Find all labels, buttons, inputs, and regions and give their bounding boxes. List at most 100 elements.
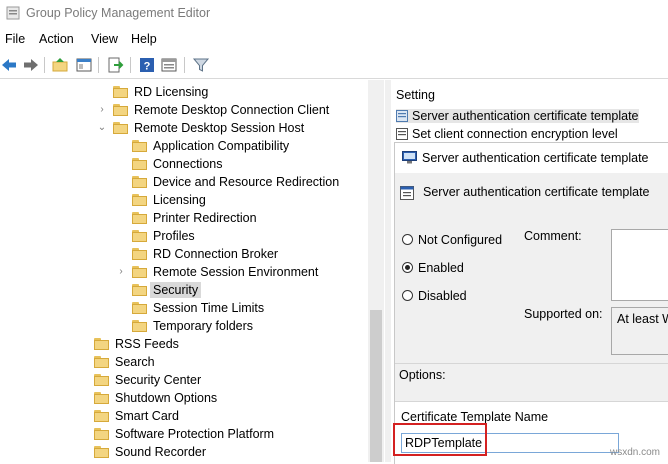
tree-item[interactable]: › Remote Desktop Connection Client bbox=[100, 101, 329, 119]
setting-row-label: Server authentication certificate templa… bbox=[412, 109, 639, 123]
tree-item[interactable]: Licensing bbox=[132, 191, 206, 209]
supported-on-field: At least W bbox=[611, 307, 668, 355]
tree-item-label: Temporary folders bbox=[153, 319, 254, 333]
tree-item[interactable]: Security bbox=[132, 281, 202, 299]
radio-circle[interactable] bbox=[402, 234, 413, 246]
tree-scrollbar[interactable] bbox=[368, 80, 384, 462]
folder-icon bbox=[132, 139, 148, 152]
folder-icon bbox=[94, 337, 110, 350]
certificate-template-name-label: Certificate Template Name bbox=[401, 410, 549, 424]
chevron-down-icon[interactable]: ⌄ bbox=[97, 119, 107, 137]
policy-setting-icon bbox=[396, 127, 408, 140]
folder-icon bbox=[132, 301, 148, 314]
folder-icon bbox=[132, 283, 148, 296]
menu-file[interactable]: File bbox=[5, 32, 25, 46]
export-list-icon[interactable] bbox=[106, 56, 124, 74]
tree-item[interactable]: Software Protection Platform bbox=[94, 425, 274, 443]
tree-item-label: Search bbox=[115, 355, 155, 369]
setting-column-header[interactable]: Setting bbox=[396, 88, 435, 102]
toolbar-separator bbox=[98, 57, 99, 73]
dialog-header: Server authentication certificate templa… bbox=[395, 173, 668, 213]
title-bar: Group Policy Management Editor bbox=[0, 0, 668, 28]
folder-icon bbox=[94, 391, 110, 404]
tree-item-label: Device and Resource Redirection bbox=[153, 175, 340, 189]
tree-item[interactable]: Device and Resource Redirection bbox=[132, 173, 339, 191]
radio-disabled[interactable]: Disabled bbox=[402, 289, 467, 303]
up-folder-icon[interactable] bbox=[51, 56, 69, 74]
tree-item[interactable]: Shutdown Options bbox=[94, 389, 217, 407]
tree-item[interactable]: Search bbox=[94, 353, 155, 371]
tree-item[interactable]: RD Licensing bbox=[113, 83, 208, 101]
help-icon[interactable]: ? bbox=[138, 56, 156, 74]
folder-icon bbox=[94, 373, 110, 386]
tree-item-label: Connections bbox=[153, 157, 223, 171]
folder-icon bbox=[132, 175, 148, 188]
tree-item[interactable]: Application Compatibility bbox=[132, 137, 289, 155]
chevron-right-icon[interactable]: › bbox=[97, 101, 107, 119]
tree-item-label: Smart Card bbox=[115, 409, 179, 423]
folder-icon bbox=[113, 121, 129, 134]
folder-icon bbox=[94, 409, 110, 422]
setting-row-label: Set client connection encryption level bbox=[412, 127, 618, 141]
show-hide-tree-icon[interactable] bbox=[75, 56, 93, 74]
folder-icon bbox=[113, 103, 129, 116]
tree-item-label: Session Time Limits bbox=[153, 301, 265, 315]
menu-view[interactable]: View bbox=[91, 32, 118, 46]
dialog-subtitle: Server authentication certificate templa… bbox=[423, 185, 650, 199]
options-label: Options: bbox=[399, 368, 446, 382]
tree-item-label: Sound Recorder bbox=[115, 445, 207, 459]
properties-icon[interactable] bbox=[160, 56, 178, 74]
tree-item-label: Security Center bbox=[115, 373, 202, 387]
tree-item[interactable]: › Remote Session Environment bbox=[119, 263, 318, 281]
dialog-title-bar: Server authentication certificate templa… bbox=[395, 143, 668, 171]
tree-item[interactable]: Temporary folders bbox=[132, 317, 253, 335]
dialog-divider bbox=[395, 363, 668, 364]
folder-icon bbox=[132, 157, 148, 170]
setting-row[interactable]: Server authentication certificate templa… bbox=[396, 109, 639, 123]
tree-item[interactable]: Smart Card bbox=[94, 407, 179, 425]
policy-setting-icon bbox=[396, 109, 408, 122]
toolbar-separator bbox=[184, 57, 185, 73]
tree-item[interactable]: Security Center bbox=[94, 371, 201, 389]
tree-item-label: Software Protection Platform bbox=[115, 427, 275, 441]
tree-item[interactable]: ⌄ Remote Desktop Session Host bbox=[98, 119, 304, 137]
filter-icon[interactable] bbox=[192, 56, 210, 74]
radio-enabled[interactable]: Enabled bbox=[402, 261, 464, 275]
toolbar-separator bbox=[130, 57, 131, 73]
tree-item[interactable]: Printer Redirection bbox=[132, 209, 257, 227]
tree-item[interactable]: Sound Recorder bbox=[94, 443, 206, 461]
setting-row[interactable]: Set client connection encryption level bbox=[396, 127, 618, 141]
folder-icon bbox=[94, 427, 110, 440]
watermark: wsxdn.com bbox=[609, 447, 660, 458]
radio-label: Not Configured bbox=[418, 233, 503, 247]
gpme-app-icon bbox=[6, 6, 20, 20]
tree-item[interactable]: Session Time Limits bbox=[132, 299, 264, 317]
tree-item-label: RD Connection Broker bbox=[153, 247, 279, 261]
tree-item-label: RSS Feeds bbox=[115, 337, 179, 351]
menu-help[interactable]: Help bbox=[131, 32, 157, 46]
tree-item[interactable]: Connections bbox=[132, 155, 223, 173]
chevron-right-icon[interactable]: › bbox=[116, 263, 126, 281]
toolbar-separator bbox=[44, 57, 45, 73]
menu-action[interactable]: Action bbox=[39, 32, 74, 46]
back-arrow-icon[interactable] bbox=[0, 56, 18, 74]
folder-icon bbox=[94, 355, 110, 368]
radio-circle[interactable] bbox=[402, 290, 413, 302]
tree-item-label: Shutdown Options bbox=[115, 391, 218, 405]
radio-not-configured[interactable]: Not Configured bbox=[402, 233, 502, 247]
tree-item-label: Application Compatibility bbox=[153, 139, 290, 153]
tree-item[interactable]: Profiles bbox=[132, 227, 195, 245]
svg-text:?: ? bbox=[144, 61, 151, 73]
policy-setting-dialog: Server authentication certificate templa… bbox=[394, 142, 668, 464]
dialog-title: Server authentication certificate templa… bbox=[422, 151, 649, 165]
folder-icon bbox=[132, 247, 148, 260]
radio-label: Enabled bbox=[418, 261, 464, 275]
tree-item[interactable]: RD Connection Broker bbox=[132, 245, 278, 263]
tree-item-label: Profiles bbox=[153, 229, 195, 243]
radio-circle-checked[interactable] bbox=[402, 262, 413, 274]
comment-textarea[interactable] bbox=[611, 229, 668, 301]
tree-scrollbar-thumb[interactable] bbox=[370, 310, 382, 462]
tree-item[interactable]: RSS Feeds bbox=[94, 335, 179, 353]
window-title: Group Policy Management Editor bbox=[26, 6, 211, 20]
forward-arrow-icon[interactable] bbox=[22, 56, 40, 74]
